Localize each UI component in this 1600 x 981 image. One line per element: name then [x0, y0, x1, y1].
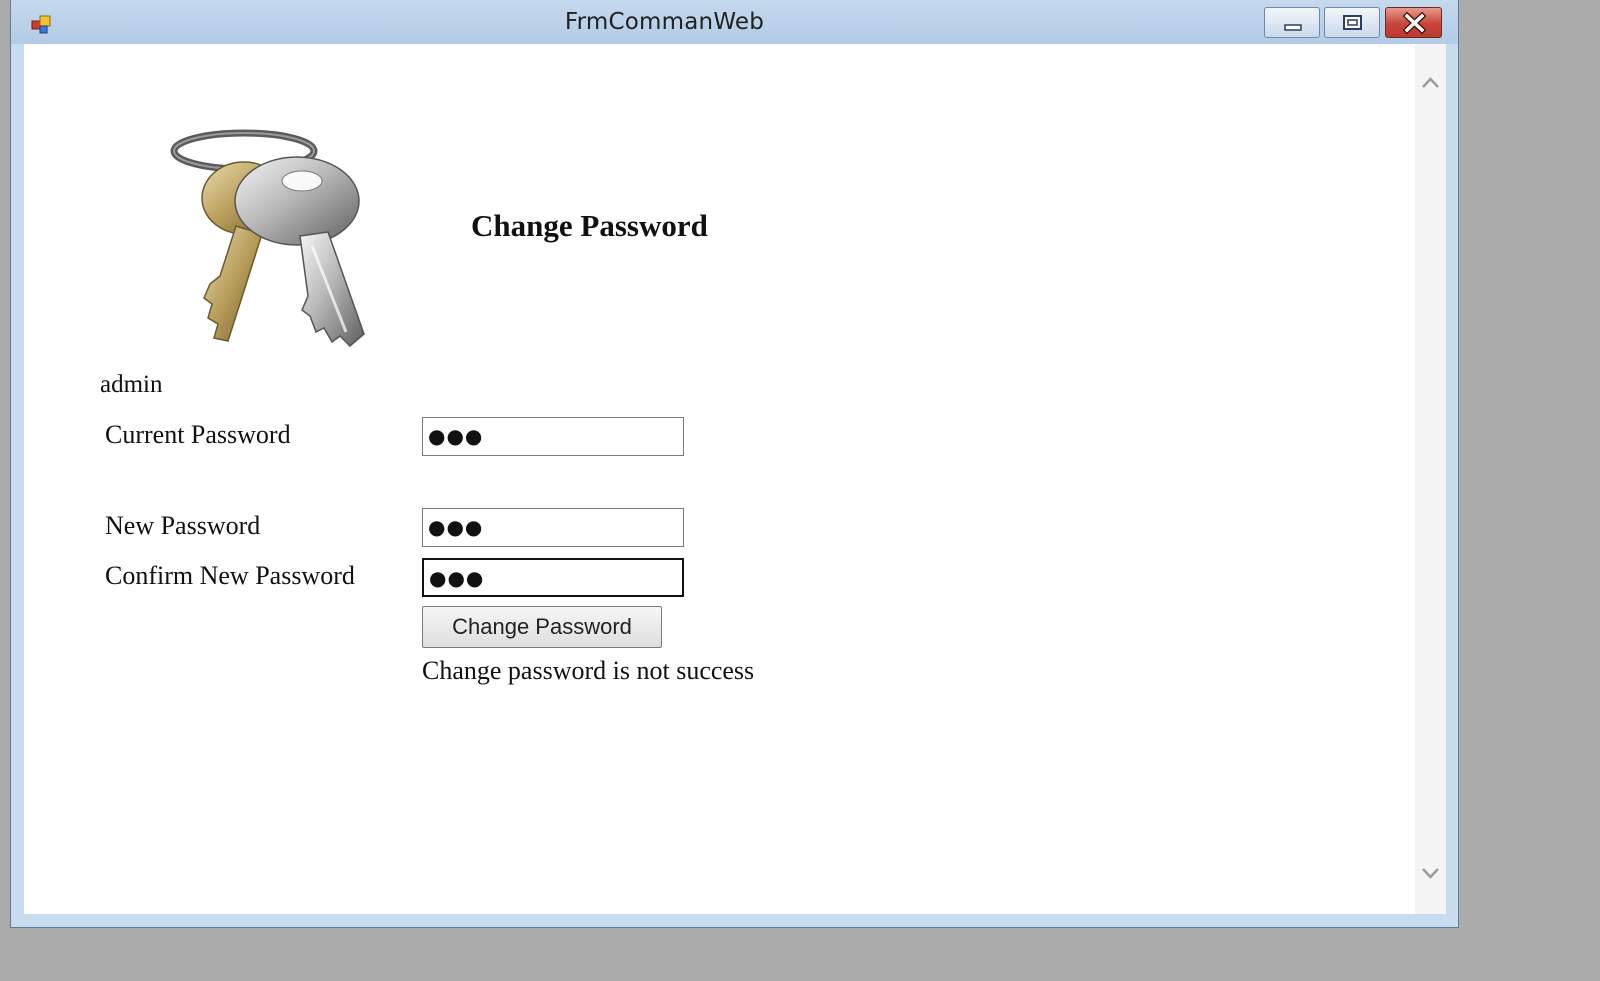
restore-icon [1343, 15, 1362, 30]
keys-icon [170, 129, 365, 348]
app-window: FrmCommanWeb Change Password admin Curre… [10, 0, 1459, 928]
close-icon [1402, 11, 1427, 35]
username-label: admin [100, 371, 163, 398]
close-button[interactable] [1385, 7, 1442, 38]
chevron-down-icon[interactable] [1415, 862, 1446, 886]
restore-button[interactable] [1324, 7, 1380, 38]
minimize-button[interactable] [1264, 7, 1320, 38]
vertical-scrollbar[interactable] [1415, 44, 1446, 914]
confirm-password-label: Confirm New Password [105, 561, 355, 590]
current-password-field[interactable]: ●●● [422, 417, 684, 456]
title-bar[interactable]: FrmCommanWeb [11, 0, 1458, 44]
form-client-area: Change Password admin Current Password ●… [24, 44, 1446, 914]
page-title: Change Password [471, 208, 708, 243]
new-password-label: New Password [105, 511, 261, 540]
confirm-password-field[interactable]: ●●● [422, 558, 684, 597]
status-message: Change password is not success [422, 656, 755, 685]
chevron-up-icon[interactable] [1415, 70, 1446, 94]
window-title: FrmCommanWeb [564, 9, 765, 35]
change-password-button[interactable]: Change Password [422, 606, 662, 648]
new-password-field[interactable]: ●●● [422, 508, 684, 547]
current-password-label: Current Password [105, 420, 291, 449]
minimize-icon [1284, 24, 1302, 31]
